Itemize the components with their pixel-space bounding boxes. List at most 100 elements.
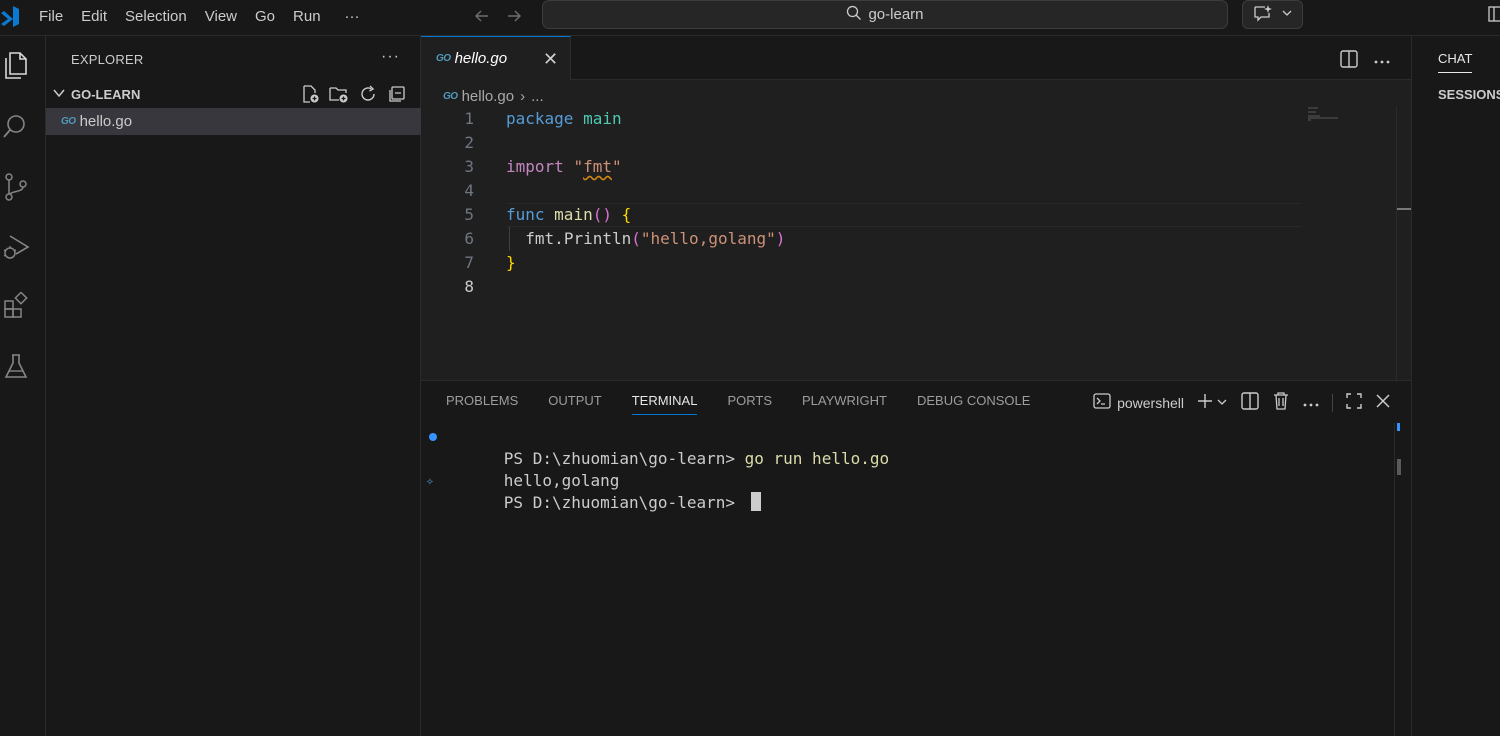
chevron-down-icon xyxy=(1281,7,1293,22)
tab-debug-console[interactable]: DEBUG CONSOLE xyxy=(917,381,1030,419)
terminal-line: hello,golang xyxy=(446,448,889,490)
menu-edit[interactable]: Edit xyxy=(72,8,116,25)
tab-terminal[interactable]: TERMINAL xyxy=(631,381,697,419)
code-line: 6 fmt.Println("hello,golang") xyxy=(421,227,1396,251)
tab-output[interactable]: OUTPUT xyxy=(548,381,601,419)
menu-view[interactable]: View xyxy=(196,8,246,25)
terminal-output[interactable]: PS D:\zhuomian\go-learn> go run hello.go… xyxy=(426,426,889,512)
search-icon[interactable] xyxy=(2,112,30,140)
menu-more[interactable]: ··· xyxy=(336,8,369,25)
dot: . xyxy=(554,229,564,248)
chevron-down-icon xyxy=(52,86,66,103)
terminal-prompt: PS D:\zhuomian\go-learn> xyxy=(503,493,745,512)
layout-icon[interactable] xyxy=(1488,4,1500,24)
panel-actions: powershell xyxy=(1093,391,1391,414)
sparkle-icon[interactable]: ✧ xyxy=(426,471,434,493)
code-line: 5 func main() { xyxy=(421,203,1396,227)
line-number: 2 xyxy=(464,133,474,152)
code-line: 1 package main xyxy=(421,107,1396,131)
more-actions-icon[interactable] xyxy=(1373,53,1391,68)
string-quote: " xyxy=(573,157,584,176)
tab-chat[interactable]: CHAT xyxy=(1438,51,1473,73)
menu-run[interactable]: Run xyxy=(284,8,330,25)
paren-open: ( xyxy=(631,229,641,248)
menu-bar: File Edit Selection View Go Run ··· xyxy=(30,0,369,32)
breadcrumb-file[interactable]: hello.go xyxy=(462,88,515,105)
terminal-icon xyxy=(1093,392,1111,413)
brace: { xyxy=(621,205,632,224)
refresh-icon[interactable] xyxy=(358,84,378,104)
folder-header[interactable]: GO-LEARN xyxy=(46,82,421,106)
new-file-icon[interactable] xyxy=(300,84,320,104)
forward-arrow-icon[interactable] xyxy=(504,6,524,31)
source-control-icon[interactable] xyxy=(2,172,30,201)
explorer-title: EXPLORER xyxy=(71,52,144,67)
back-arrow-icon[interactable] xyxy=(472,6,492,31)
terminal-scrollbar[interactable] xyxy=(1394,423,1409,736)
run-debug-icon[interactable] xyxy=(2,232,30,260)
copilot-chat-button[interactable] xyxy=(1242,0,1303,29)
tab-label: hello.go xyxy=(454,50,508,67)
close-icon[interactable]: ✕ xyxy=(543,49,558,70)
code-line: 3 import "fmt" xyxy=(421,155,1396,179)
close-icon[interactable] xyxy=(1375,393,1391,412)
new-terminal-plus-icon[interactable] xyxy=(1196,392,1214,413)
minimap[interactable] xyxy=(1308,106,1348,126)
extensions-icon[interactable] xyxy=(2,291,30,320)
menu-selection[interactable]: Selection xyxy=(116,8,196,25)
keyword: import xyxy=(506,157,564,176)
tab-hello-go[interactable]: GO hello.go ✕ xyxy=(421,36,571,80)
new-folder-icon[interactable] xyxy=(329,84,349,104)
brace: } xyxy=(506,253,516,272)
folder-name: GO-LEARN xyxy=(71,86,141,102)
scrollbar-marker xyxy=(1397,208,1412,210)
chat-panel: CHAT SESSIONS xyxy=(1411,36,1500,736)
code-line: 4 xyxy=(421,179,1396,203)
file-name: hello.go xyxy=(79,113,133,130)
collapse-all-icon[interactable] xyxy=(387,84,407,104)
line-number: 5 xyxy=(464,205,474,224)
tab-ports[interactable]: PORTS xyxy=(727,381,772,419)
go-file-icon: GO xyxy=(61,116,76,127)
vscode-logo-icon xyxy=(0,4,22,28)
panel-tabs: PROBLEMS OUTPUT TERMINAL PORTS PLAYWRIGH… xyxy=(446,381,1030,419)
split-editor-icon[interactable] xyxy=(1339,49,1359,72)
trash-icon[interactable] xyxy=(1272,391,1290,414)
command-success-dot-icon[interactable] xyxy=(429,433,437,441)
title-bar: File Edit Selection View Go Run ··· go-l… xyxy=(0,0,1500,36)
method-name: Println xyxy=(563,229,632,248)
tab-playwright[interactable]: PLAYWRIGHT xyxy=(802,381,887,419)
split-terminal-icon[interactable] xyxy=(1240,391,1260,414)
explorer-icon[interactable] xyxy=(2,50,30,79)
line-number: 3 xyxy=(464,157,474,176)
parens: () xyxy=(592,205,612,224)
explorer-more-button[interactable]: ··· xyxy=(381,48,400,66)
menu-go[interactable]: Go xyxy=(246,8,284,25)
terminal-shell-name[interactable]: powershell xyxy=(1117,395,1184,411)
search-icon xyxy=(846,5,862,25)
more-actions-icon[interactable] xyxy=(1302,395,1320,411)
command-center-search[interactable]: go-learn xyxy=(542,0,1228,29)
code-line: 2 xyxy=(421,131,1396,155)
keyword: func xyxy=(506,205,545,224)
file-item-hello-go[interactable]: GO hello.go xyxy=(46,108,421,135)
sessions-header[interactable]: SESSIONS xyxy=(1438,87,1500,102)
line-number: 6 xyxy=(464,229,474,248)
testing-flask-icon[interactable] xyxy=(2,352,30,380)
chat-sparkle-icon xyxy=(1253,4,1273,25)
paren-close: ) xyxy=(775,229,786,248)
tab-problems[interactable]: PROBLEMS xyxy=(446,381,518,419)
breadcrumb-symbol[interactable]: ... xyxy=(531,88,544,105)
chevron-down-icon[interactable] xyxy=(1216,395,1228,411)
menu-file[interactable]: File xyxy=(30,8,72,25)
breadcrumb: GO hello.go › ... xyxy=(443,86,544,106)
maximize-panel-icon[interactable] xyxy=(1345,392,1363,413)
editor-scrollbar[interactable] xyxy=(1396,106,1412,380)
terminal-line: ✧ PS D:\zhuomian\go-learn> xyxy=(426,470,889,512)
editor-tabs: GO hello.go ✕ xyxy=(421,36,1411,80)
breadcrumb-separator: › xyxy=(520,87,526,105)
navigation-buttons xyxy=(472,6,524,31)
folder-actions xyxy=(300,84,407,104)
scrollbar-thumb[interactable] xyxy=(1397,459,1401,475)
function-name: main xyxy=(554,205,593,224)
